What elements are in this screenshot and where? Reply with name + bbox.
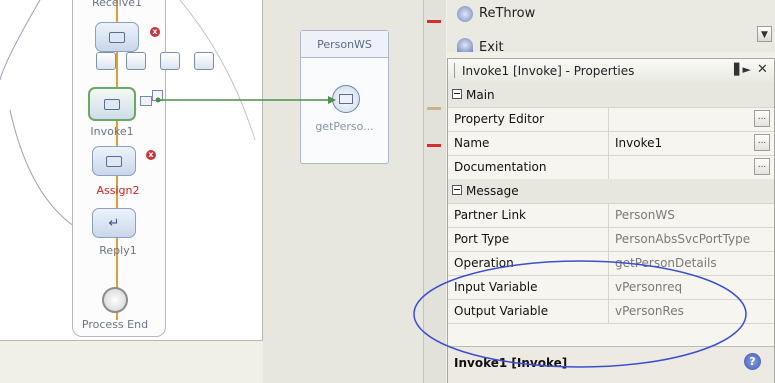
property-row[interactable]: Property Editor ...: [448, 107, 774, 132]
properties-title: Invoke1 [Invoke] - Properties: [462, 64, 635, 78]
section-main[interactable]: Main: [448, 83, 774, 108]
pin-icon[interactable]: ▋►: [734, 63, 751, 76]
section-label: Main: [466, 88, 495, 102]
ruler-marker: [427, 144, 441, 147]
property-key: Documentation: [454, 160, 547, 174]
partner-link-value: PersonWS: [615, 208, 675, 222]
reply-activity[interactable]: ↵: [92, 208, 136, 238]
collapse-icon[interactable]: [452, 89, 462, 99]
partner-title: PersonWS: [301, 31, 388, 58]
operation-label: getPerso...: [315, 120, 374, 133]
column-divider: [608, 227, 609, 251]
next-icon[interactable]: [160, 52, 180, 70]
invoke-activity[interactable]: [88, 87, 136, 121]
close-icon[interactable]: ✕: [757, 62, 768, 77]
reply-label: Reply1: [99, 244, 137, 257]
process-canvas[interactable]: Receive1 x Invoke1 x Assign2 ↵ Reply1 Pr…: [0, 0, 263, 341]
property-key: Name: [454, 136, 490, 150]
property-row[interactable]: Name Invoke1 ...: [448, 131, 774, 156]
name-value[interactable]: Invoke1: [615, 136, 662, 150]
invoke-link-line: [155, 96, 336, 104]
invoke-label: Invoke1: [90, 125, 134, 138]
assign-icon: [106, 155, 122, 167]
column-divider: [608, 155, 609, 179]
title-divider: [454, 63, 455, 78]
property-key: Property Editor: [454, 112, 545, 126]
edit-icon[interactable]: [96, 52, 116, 70]
message-icon: [109, 31, 125, 43]
property-key: Port Type: [454, 232, 510, 246]
section-label: Message: [466, 184, 519, 198]
annotation-ellipse: [413, 260, 747, 368]
process-end-label: Process End: [81, 318, 149, 331]
error-badge: x: [146, 150, 156, 160]
ruler-marker: [427, 107, 441, 110]
palette-item-rethrow[interactable]: ReThrow: [479, 6, 535, 21]
property-row[interactable]: Partner Link PersonWS: [448, 203, 774, 228]
ellipsis-button[interactable]: ...: [754, 158, 770, 175]
column-divider: [608, 107, 609, 131]
process-end-node[interactable]: [102, 287, 128, 313]
palette-panel: ReThrow Exit ▼: [447, 0, 775, 52]
property-key: Partner Link: [454, 208, 526, 222]
back-icon[interactable]: [194, 52, 214, 70]
scroll-down-button[interactable]: ▼: [757, 26, 772, 42]
toggle-icon[interactable]: [126, 52, 146, 70]
property-row[interactable]: Documentation ...: [448, 155, 774, 180]
property-row[interactable]: Port Type PersonAbsSvcPortType: [448, 227, 774, 252]
assign-activity[interactable]: [92, 146, 136, 176]
ruler-marker: [427, 20, 441, 23]
collapse-icon[interactable]: [452, 185, 462, 195]
ellipsis-button[interactable]: ...: [754, 134, 770, 151]
exit-icon: [457, 38, 473, 52]
column-divider: [608, 203, 609, 227]
reply-arrow-icon: ↵: [108, 215, 120, 231]
message-icon: [104, 98, 120, 110]
receive-label: Receive1: [91, 0, 143, 9]
error-badge: x: [150, 27, 160, 37]
receive-activity[interactable]: [95, 22, 139, 52]
column-divider: [608, 131, 609, 155]
port-type-value: PersonAbsSvcPortType: [615, 232, 751, 246]
ellipsis-button[interactable]: ...: [754, 110, 770, 127]
assign-label: Assign2: [96, 184, 140, 197]
properties-titlebar: Invoke1 [Invoke] - Properties ▋► ✕: [448, 59, 774, 84]
palette-item-exit[interactable]: Exit: [479, 40, 504, 52]
section-message[interactable]: Message: [448, 179, 774, 204]
rethrow-icon: [457, 6, 473, 22]
